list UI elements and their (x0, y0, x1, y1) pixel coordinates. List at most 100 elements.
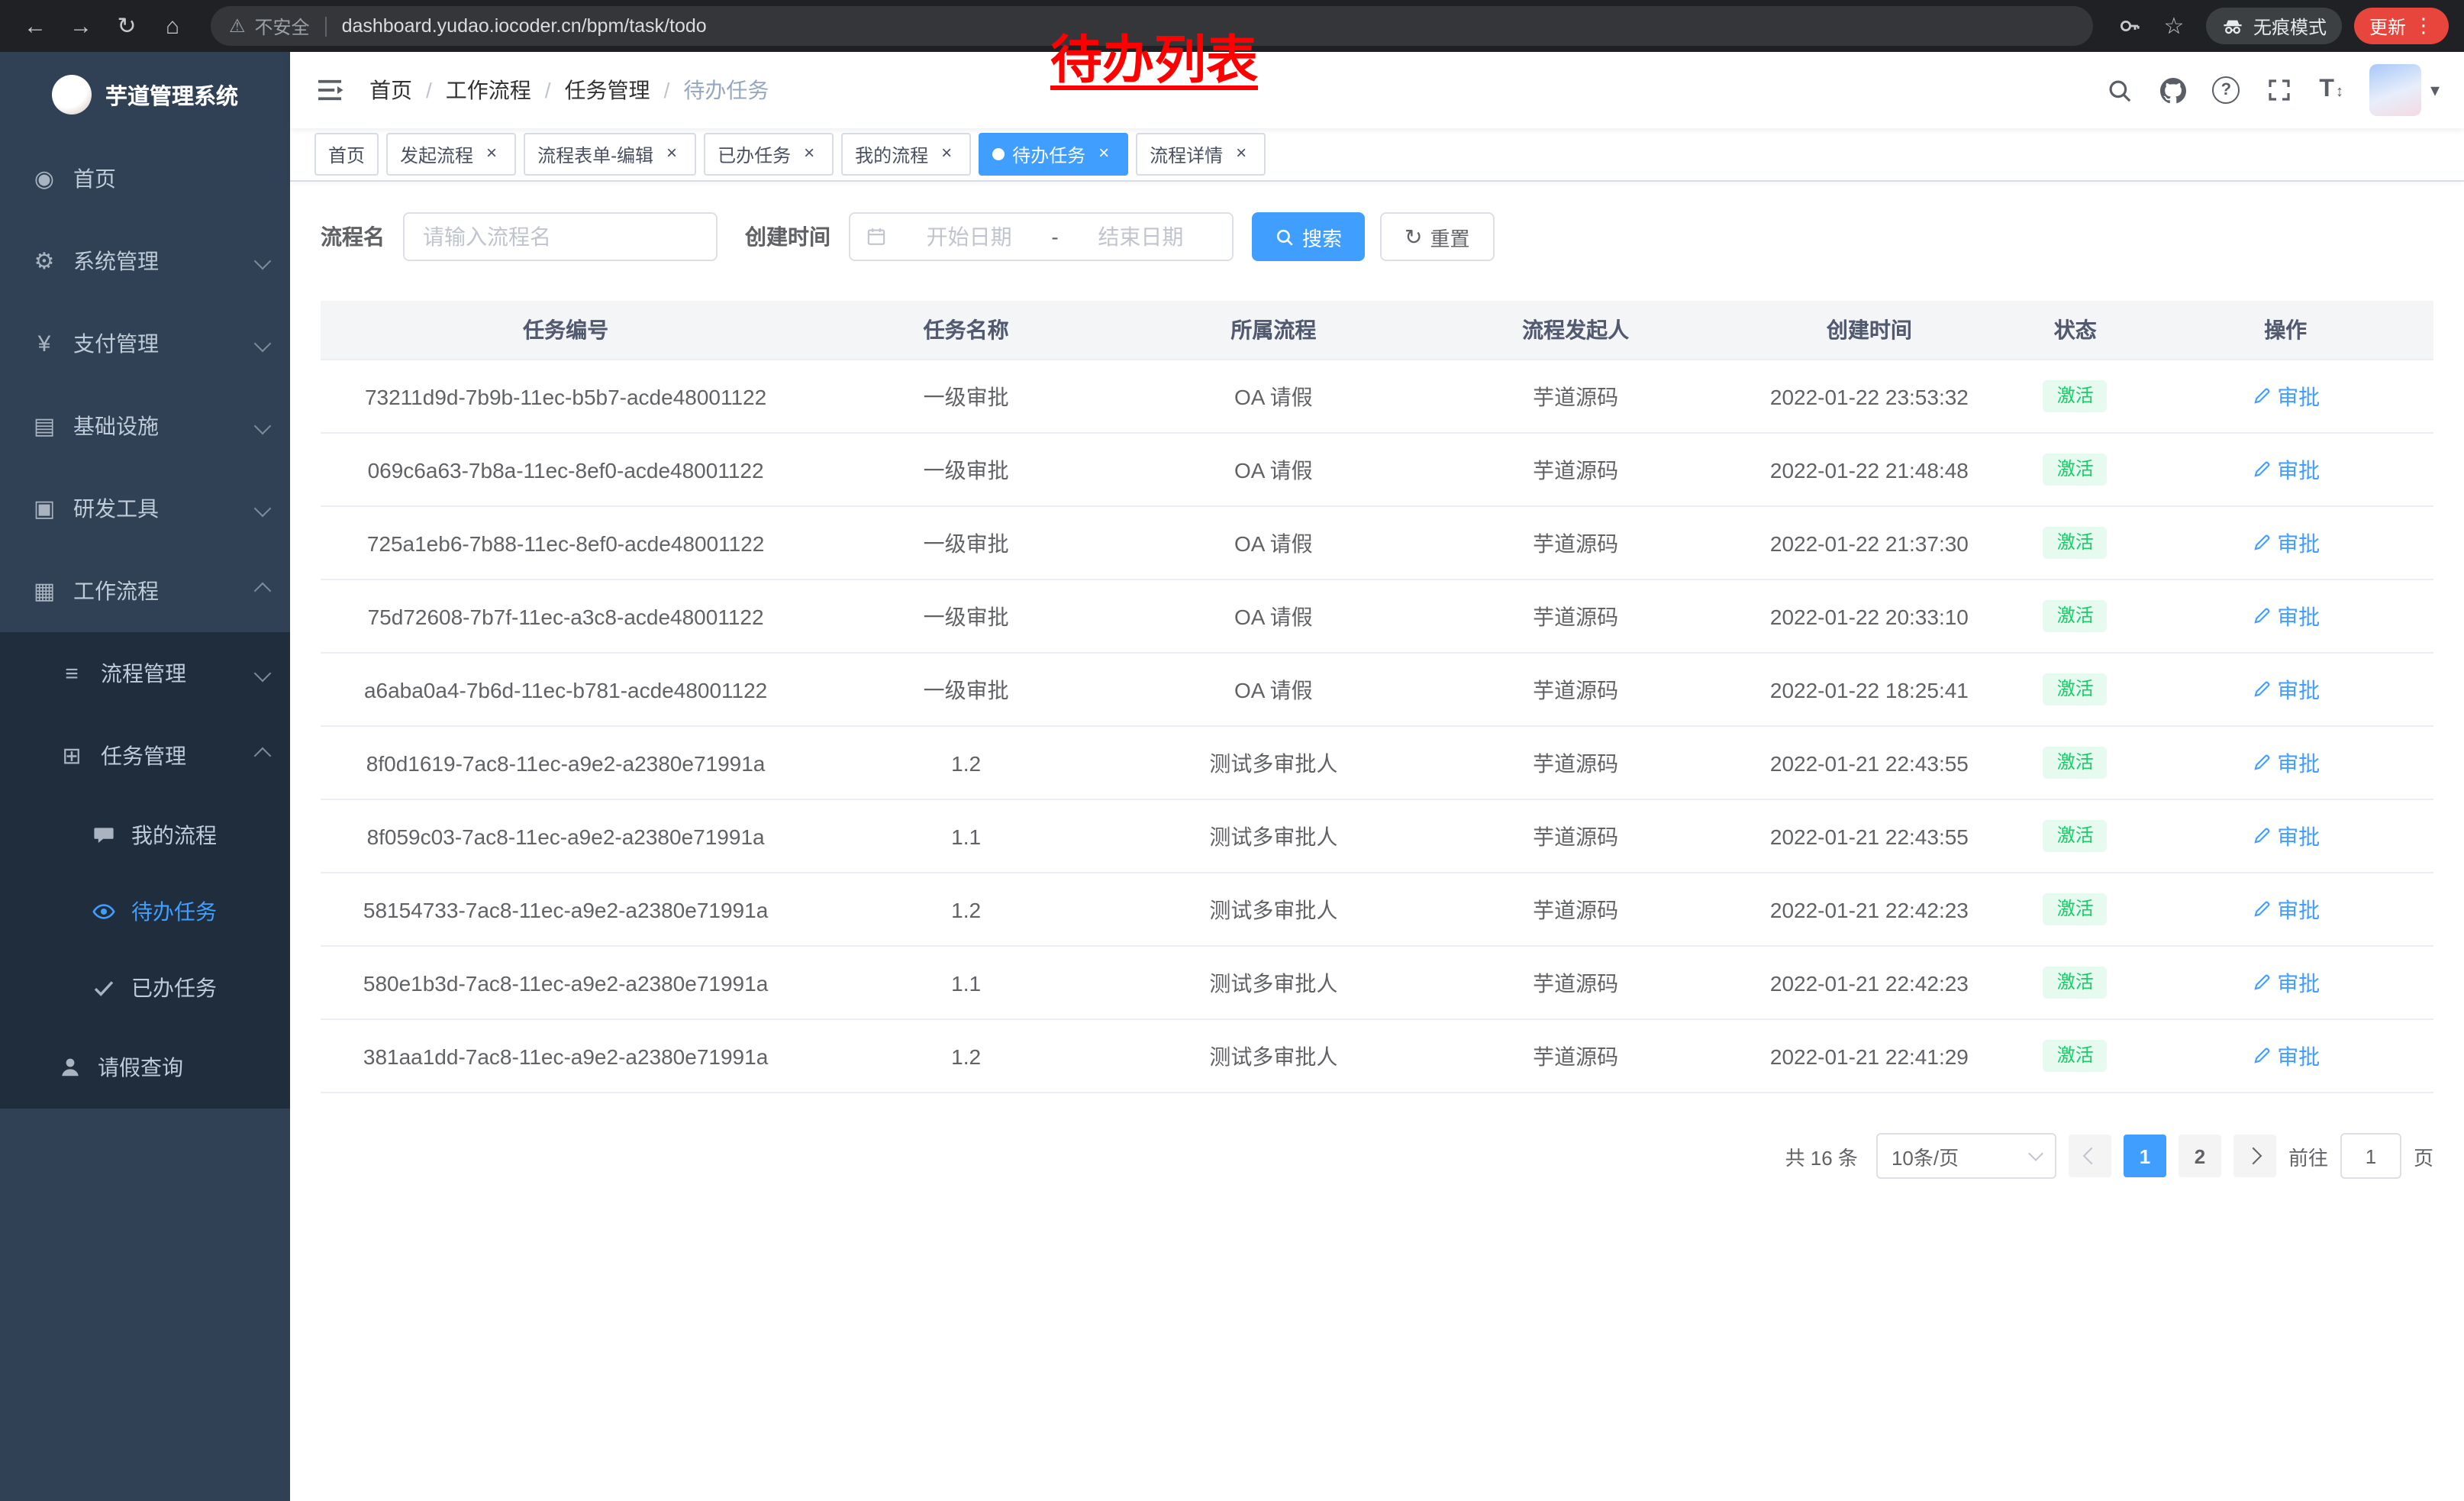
chevron-down-icon (256, 667, 269, 679)
menu-dots-icon[interactable]: ⋮ (2414, 14, 2433, 38)
cell-actions: 审批 (2137, 360, 2433, 433)
cell-task-name: 一级审批 (811, 579, 1121, 653)
tab-label: 流程表单-编辑 (537, 141, 653, 167)
approve-link[interactable]: 审批 (2251, 821, 2320, 851)
tab[interactable]: 流程表单-编辑 × (524, 133, 696, 176)
close-icon[interactable]: × (1093, 144, 1114, 165)
browser-back-icon[interactable]: ← (15, 6, 55, 46)
close-icon[interactable]: × (661, 144, 682, 165)
sidebar-item-home[interactable]: ◉ 首页 (0, 137, 290, 220)
status-badge: 激活 (2043, 526, 2108, 559)
cell-process: 测试多审批人 (1121, 726, 1426, 799)
fullscreen-icon[interactable] (2266, 76, 2293, 104)
github-icon[interactable] (2159, 76, 2186, 104)
sidebar-item-workflow[interactable]: ▦ 工作流程 (0, 550, 290, 632)
chat-icon (92, 823, 116, 847)
approve-link[interactable]: 审批 (2251, 674, 2320, 705)
cell-create-time: 2022-01-21 22:41:29 (1726, 1019, 2013, 1093)
table-row: 069c6a63-7b8a-11ec-8ef0-acde48001122 一级审… (321, 433, 2433, 506)
cell-task-id: 725a1eb6-7b88-11ec-8ef0-acde48001122 (321, 506, 811, 579)
process-name-input[interactable] (403, 212, 718, 261)
browser-forward-icon[interactable]: → (61, 6, 101, 46)
hamburger-icon[interactable] (314, 75, 345, 105)
approve-link[interactable]: 审批 (2251, 967, 2320, 998)
pen-icon (2251, 679, 2271, 699)
app-title: 芋道管理系统 (105, 79, 238, 111)
goto-page-input[interactable] (2340, 1133, 2401, 1179)
tab[interactable]: 待办任务 × (979, 133, 1128, 176)
close-icon[interactable]: × (481, 144, 502, 165)
cell-create-time: 2022-01-22 18:25:41 (1726, 653, 2013, 726)
breadcrumb-item-workflow[interactable]: 工作流程 (446, 75, 531, 105)
tab[interactable]: 流程详情 × (1136, 133, 1266, 176)
tab[interactable]: 发起流程 × (386, 133, 516, 176)
column-header: 创建时间 (1726, 301, 2013, 360)
sidebar-item-my-process[interactable]: 我的流程 (0, 797, 290, 873)
key-icon[interactable] (2111, 8, 2148, 44)
cell-actions: 审批 (2137, 946, 2433, 1019)
search-icon[interactable] (2105, 76, 2133, 104)
sidebar-item-leave-query[interactable]: 请假查询 (0, 1026, 290, 1109)
calendar-icon (866, 226, 887, 247)
sidebar-item-done-tasks[interactable]: 已办任务 (0, 950, 290, 1026)
pen-icon (2251, 753, 2271, 773)
prev-page-button[interactable] (2069, 1135, 2111, 1177)
sidebar-item-task-management[interactable]: ⊞ 任务管理 (0, 715, 290, 797)
cell-task-id: 8f059c03-7ac8-11ec-a9e2-a2380e71991a (321, 799, 811, 873)
text-size-icon[interactable]: T ↕ (2319, 76, 2343, 104)
tab-active-dot (992, 148, 1005, 160)
cell-initiator: 芋道源码 (1426, 799, 1726, 873)
approve-link[interactable]: 审批 (2251, 381, 2320, 412)
approve-link[interactable]: 审批 (2251, 894, 2320, 925)
date-range-picker[interactable]: 开始日期 - 结束日期 (849, 212, 1234, 261)
page-button-2[interactable]: 2 (2179, 1135, 2221, 1177)
column-header: 任务编号 (321, 301, 811, 360)
sidebar-item-process-management[interactable]: ≡ 流程管理 (0, 632, 290, 715)
tab-label: 首页 (328, 141, 365, 167)
next-page-button[interactable] (2233, 1135, 2276, 1177)
reset-button[interactable]: ↻ 重置 (1380, 212, 1495, 261)
sidebar-item-todo-tasks[interactable]: 待办任务 (0, 873, 290, 950)
filter-bar: 流程名 创建时间 开始日期 - 结束日期 搜索 ↻ (321, 212, 2433, 261)
approve-link[interactable]: 审批 (2251, 601, 2320, 631)
approve-link[interactable]: 审批 (2251, 1041, 2320, 1071)
page-size-select[interactable]: 10条/页 (1876, 1133, 2056, 1179)
status-badge: 激活 (2043, 1039, 2108, 1072)
annotation-overlay: 待办列表 (1050, 18, 1258, 93)
column-header: 任务名称 (811, 301, 1121, 360)
browser-home-icon[interactable]: ⌂ (153, 6, 192, 46)
tab[interactable]: 已办任务 × (704, 133, 834, 176)
browser-reload-icon[interactable]: ↻ (107, 6, 147, 46)
page-button-1[interactable]: 1 (2124, 1135, 2166, 1177)
approve-link[interactable]: 审批 (2251, 454, 2320, 485)
app-logo[interactable]: 芋道管理系统 (0, 52, 290, 137)
cell-status: 激活 (2013, 799, 2137, 873)
close-icon[interactable]: × (1230, 144, 1252, 165)
breadcrumb-item-task-management[interactable]: 任务管理 (565, 75, 650, 105)
tab[interactable]: 我的流程 × (841, 133, 971, 176)
sidebar-item-label: 流程管理 (101, 658, 186, 689)
check-icon (92, 976, 116, 1000)
cell-actions: 审批 (2137, 799, 2433, 873)
close-icon[interactable]: × (798, 144, 820, 165)
breadcrumb-item-home[interactable]: 首页 (369, 75, 412, 105)
table-body: 73211d9d-7b9b-11ec-b5b7-acde48001122 一级审… (321, 360, 2433, 1093)
approve-link[interactable]: 审批 (2251, 747, 2320, 778)
tab[interactable]: 首页 (314, 133, 379, 176)
user-avatar[interactable]: ▾ (2369, 64, 2440, 116)
approve-link[interactable]: 审批 (2251, 528, 2320, 558)
sidebar-item-system[interactable]: ⚙ 系统管理 (0, 220, 290, 302)
cell-process: OA 请假 (1121, 506, 1426, 579)
star-icon[interactable]: ☆ (2154, 6, 2194, 46)
sidebar-item-payment[interactable]: ¥ 支付管理 (0, 302, 290, 385)
close-icon[interactable]: × (936, 144, 957, 165)
search-button[interactable]: 搜索 (1252, 212, 1365, 261)
chevron-down-icon (256, 502, 269, 515)
incognito-badge: 无痕模式 (2206, 8, 2342, 44)
sidebar-item-devtools[interactable]: ▣ 研发工具 (0, 467, 290, 550)
sidebar-item-infrastructure[interactable]: ▤ 基础设施 (0, 385, 290, 467)
column-header: 状态 (2013, 301, 2137, 360)
update-button[interactable]: 更新 ⋮ (2354, 8, 2449, 44)
help-icon[interactable]: ? (2212, 76, 2240, 104)
sidebar-item-label: 支付管理 (73, 328, 159, 359)
